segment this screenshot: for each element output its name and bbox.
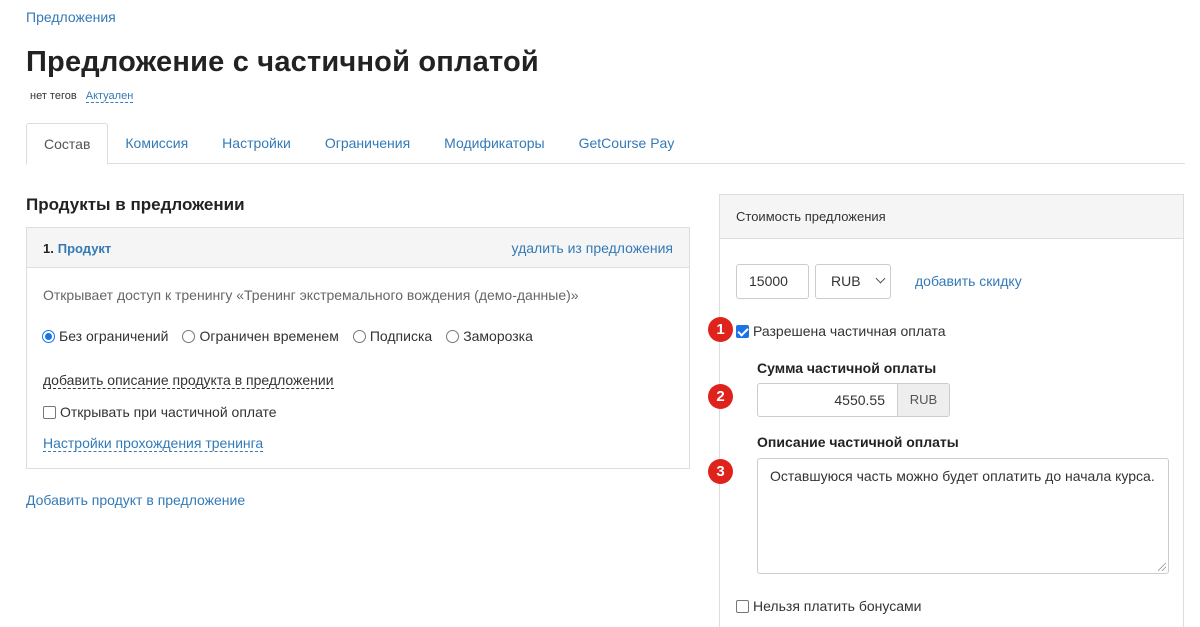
radio-label: Заморозка (463, 328, 533, 344)
partial-payment-label: Разрешена частичная оплата (753, 323, 946, 339)
offer-meta: нет тегов Актуален (30, 90, 134, 103)
partial-desc-textarea[interactable]: Оставшуюся часть можно будет оплатить до… (757, 458, 1169, 574)
no-bonus-checkbox-row[interactable]: Нельзя платить бонусами (736, 598, 921, 614)
product-description: Открывает доступ к тренингу «Тренинг экс… (43, 287, 579, 303)
radio-freeze[interactable]: Заморозка (446, 328, 533, 344)
add-discount-link[interactable]: добавить скидку (915, 273, 1022, 289)
remove-product-link[interactable]: удалить из предложения (512, 240, 673, 256)
chevron-down-icon (875, 273, 886, 284)
partial-sum-currency: RUB (898, 383, 950, 417)
radio-time-limited[interactable]: Ограничен временем (182, 328, 339, 344)
partial-desc-text: Оставшуюся часть можно будет оплатить до… (770, 468, 1155, 484)
partial-payment-checkbox[interactable] (736, 324, 749, 338)
currency-select[interactable]: RUB (815, 264, 891, 299)
no-bonus-label: Нельзя платить бонусами (753, 598, 922, 614)
status-link[interactable]: Актуален (85, 90, 134, 103)
price-input[interactable]: 15000 (736, 264, 809, 299)
tab-composition[interactable]: Состав (26, 123, 109, 165)
add-product-link[interactable]: Добавить продукт в предложение (26, 492, 245, 508)
radio-icon[interactable] (446, 329, 460, 343)
products-section-title: Продукты в предложении (26, 195, 245, 214)
annotation-marker-2: 2 (708, 384, 733, 409)
radio-icon-checked[interactable] (42, 329, 55, 343)
radio-subscription[interactable]: Подписка (352, 328, 433, 344)
radio-unlimited[interactable]: Без ограничений (42, 328, 168, 344)
tab-getcourse-pay[interactable]: GetCourse Pay (562, 123, 692, 164)
training-settings-link[interactable]: Настройки прохождения тренинга (43, 435, 264, 452)
product-name-link[interactable]: Продукт (58, 241, 112, 256)
annotation-marker-1: 1 (708, 317, 733, 342)
radio-icon[interactable] (352, 329, 366, 343)
access-type-radio-group: Без ограничений Ограничен временем Подпи… (42, 328, 547, 344)
currency-select-value: RUB (831, 273, 861, 289)
add-product-description-link[interactable]: добавить описание продукта в предложении (43, 372, 334, 389)
tab-settings[interactable]: Настройки (205, 123, 308, 164)
product-panel: 1. Продукт удалить из предложения Открыв… (26, 227, 690, 469)
radio-label: Без ограничений (59, 328, 169, 344)
page-title: Предложение с частичной оплатой (26, 46, 539, 78)
tab-commission[interactable]: Комиссия (108, 123, 205, 164)
tab-modifiers[interactable]: Модификаторы (427, 123, 561, 164)
partial-desc-label: Описание частичной оплаты (757, 434, 959, 450)
annotation-marker-3: 3 (708, 459, 733, 484)
breadcrumb-offers-link[interactable]: Предложения (26, 9, 116, 25)
price-panel-title: Стоимость предложения (720, 195, 1183, 239)
no-bonus-checkbox[interactable] (736, 599, 749, 613)
radio-label: Подписка (369, 328, 433, 344)
radio-icon[interactable] (182, 329, 196, 343)
tab-bar: Состав Комиссия Настройки Ограничения Мо… (26, 123, 1185, 165)
radio-label: Ограничен временем (199, 328, 339, 344)
partial-sum-input-group: 4550.55 RUB (757, 383, 950, 417)
partial-sum-label: Сумма частичной оплаты (757, 360, 937, 376)
partial-payment-checkbox-row[interactable]: Разрешена частичная оплата (736, 323, 946, 339)
product-header: 1. Продукт удалить из предложения (27, 228, 689, 268)
partial-sum-input[interactable]: 4550.55 (757, 383, 898, 417)
tab-restrictions[interactable]: Ограничения (308, 123, 427, 164)
price-panel: Стоимость предложения 15000 RUB добавить… (719, 194, 1184, 627)
open-on-partial-checkbox[interactable] (43, 405, 56, 419)
tags-label[interactable]: нет тегов (30, 90, 77, 102)
resize-handle-icon[interactable] (1158, 563, 1166, 571)
open-on-partial-label: Открывать при частичной оплате (60, 404, 277, 420)
product-number: 1. (43, 240, 54, 256)
open-on-partial-checkbox-row[interactable]: Открывать при частичной оплате (43, 404, 277, 420)
